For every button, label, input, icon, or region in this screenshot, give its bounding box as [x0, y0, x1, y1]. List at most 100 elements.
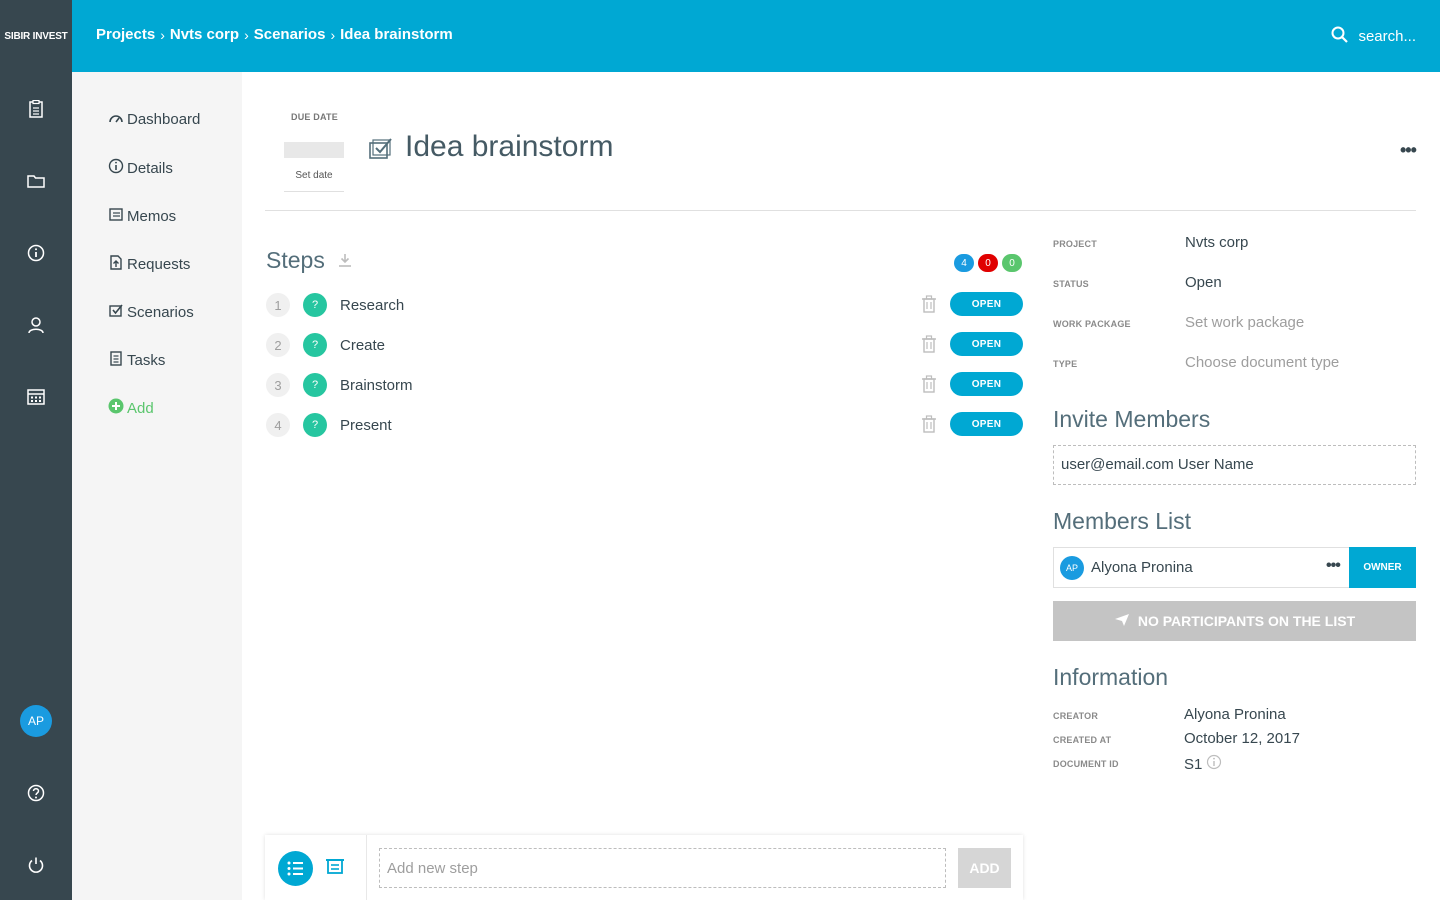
step-name[interactable]: Present: [340, 417, 392, 434]
step-number: 2: [266, 333, 290, 357]
page-title: Idea brainstorm: [405, 130, 614, 163]
nav-add-label: Add: [127, 399, 154, 417]
nav-label: Tasks: [127, 351, 166, 369]
search-input[interactable]: search...: [1358, 28, 1416, 45]
step-status-button[interactable]: OPEN: [950, 292, 1023, 316]
nav-memos[interactable]: Memos: [108, 206, 176, 226]
trash-icon[interactable]: [921, 375, 937, 398]
set-date-link[interactable]: Set date: [284, 170, 344, 192]
member-avatar: AP: [1060, 556, 1084, 580]
info-icon: [108, 158, 124, 178]
created-at-label: CREATED AT: [1053, 735, 1112, 745]
scenario-icon: [368, 136, 394, 165]
calendar-icon[interactable]: [22, 383, 50, 411]
add-step-button[interactable]: ADD: [958, 848, 1011, 888]
trash-icon[interactable]: [921, 335, 937, 358]
creator-name: Alyona Pronina: [1184, 706, 1286, 723]
breadcrumb: Projects › Nvts corp › Scenarios › Idea …: [96, 26, 453, 43]
breadcrumb-current: Idea brainstorm: [340, 26, 453, 43]
step-status-button[interactable]: OPEN: [950, 332, 1023, 356]
help-icon[interactable]: [22, 779, 50, 807]
count-badge-done: 0: [1002, 254, 1022, 272]
invite-input[interactable]: user@email.com User Name: [1053, 445, 1416, 485]
project-label: PROJECT: [1053, 239, 1097, 249]
step-number: 4: [266, 413, 290, 437]
info-icon[interactable]: [22, 239, 50, 267]
more-options-button[interactable]: •••: [1400, 140, 1417, 161]
request-icon: [108, 254, 124, 274]
nav-dashboard[interactable]: Dashboard: [108, 110, 200, 128]
add-step-input[interactable]: [379, 848, 946, 888]
member-name: Alyona Pronina: [1091, 559, 1193, 576]
nav-details[interactable]: Details: [108, 158, 173, 178]
clipboard-icon: [108, 350, 124, 370]
power-icon[interactable]: [22, 851, 50, 879]
nav-label: Details: [127, 159, 173, 177]
breadcrumb-separator: ›: [160, 26, 165, 43]
nav-label: Requests: [127, 255, 191, 273]
step-number: 3: [266, 373, 290, 397]
status-value[interactable]: Open: [1185, 274, 1222, 291]
due-date-label: DUE DATE: [291, 112, 338, 122]
send-icon: [1114, 613, 1130, 630]
step-assignee-badge[interactable]: ?: [303, 333, 327, 357]
invite-members-title: Invite Members: [1053, 406, 1211, 432]
info-icon[interactable]: [1206, 754, 1222, 774]
search-icon: [1331, 26, 1349, 47]
nav-label: Scenarios: [127, 303, 194, 321]
step-name[interactable]: Research: [340, 297, 404, 314]
plus-circle-icon: [108, 398, 124, 418]
work-package-label: WORK PACKAGE: [1053, 319, 1131, 329]
nav-add-button[interactable]: Add: [108, 398, 154, 418]
gauge-icon: [108, 110, 124, 128]
step-assignee-badge[interactable]: ?: [303, 293, 327, 317]
steps-header: Steps: [266, 247, 353, 274]
trash-icon[interactable]: [921, 415, 937, 438]
type-label: TYPE: [1053, 359, 1078, 369]
step-row: 3 ? Brainstorm OPEN: [266, 372, 1023, 400]
nav-label: Dashboard: [127, 110, 201, 128]
member-more-button[interactable]: •••: [1326, 557, 1341, 575]
step-status-button[interactable]: OPEN: [950, 372, 1023, 396]
breadcrumb-projects[interactable]: Projects: [96, 26, 155, 43]
list-view-button[interactable]: [278, 851, 313, 886]
document-id-value: S1: [1184, 754, 1222, 774]
work-package-select[interactable]: Set work package: [1185, 314, 1304, 331]
brand-logo[interactable]: SIBIR INVEST: [0, 0, 72, 72]
project-value[interactable]: Nvts corp: [1185, 234, 1248, 251]
document-type-select[interactable]: Choose document type: [1185, 354, 1339, 371]
step-assignee-badge[interactable]: ?: [303, 373, 327, 397]
download-icon[interactable]: [337, 247, 353, 274]
memo-view-button[interactable]: [325, 857, 345, 880]
step-name[interactable]: Create: [340, 337, 385, 354]
users-icon[interactable]: [22, 311, 50, 339]
breadcrumb-scenarios[interactable]: Scenarios: [254, 26, 326, 43]
left-rail: SIBIR INVEST AP: [0, 0, 72, 900]
clipboard-icon[interactable]: [22, 95, 50, 123]
members-list-title: Members List: [1053, 508, 1192, 534]
divider: [366, 835, 367, 900]
nav-tasks[interactable]: Tasks: [108, 350, 165, 370]
no-participants-button[interactable]: NO PARTICIPANTS ON THE LIST: [1053, 601, 1416, 641]
nav-scenarios[interactable]: Scenarios: [108, 302, 194, 322]
step-row: 2 ? Create OPEN: [266, 332, 1023, 360]
trash-icon[interactable]: [921, 295, 937, 318]
user-avatar[interactable]: AP: [20, 705, 52, 737]
memo-icon: [108, 206, 124, 226]
count-badge-overdue: 0: [978, 254, 998, 272]
due-date-field[interactable]: [284, 142, 344, 158]
breadcrumb-project[interactable]: Nvts corp: [170, 26, 239, 43]
step-status-button[interactable]: OPEN: [950, 412, 1023, 436]
steps-title: Steps: [266, 247, 325, 273]
creator-value: Alyona Pronina: [1184, 706, 1286, 723]
search-box[interactable]: search...: [1331, 26, 1416, 47]
member-role-button[interactable]: OWNER: [1349, 547, 1416, 588]
nav-requests[interactable]: Requests: [108, 254, 190, 274]
folder-icon[interactable]: [22, 167, 50, 195]
step-name[interactable]: Brainstorm: [340, 377, 413, 394]
step-assignee-badge[interactable]: ?: [303, 413, 327, 437]
nav-label: Memos: [127, 207, 177, 225]
no-participants-label: NO PARTICIPANTS ON THE LIST: [1137, 613, 1356, 629]
information-title: Information: [1053, 664, 1169, 690]
member-row: AP Alyona Pronina ••• OWNER: [1053, 547, 1416, 588]
